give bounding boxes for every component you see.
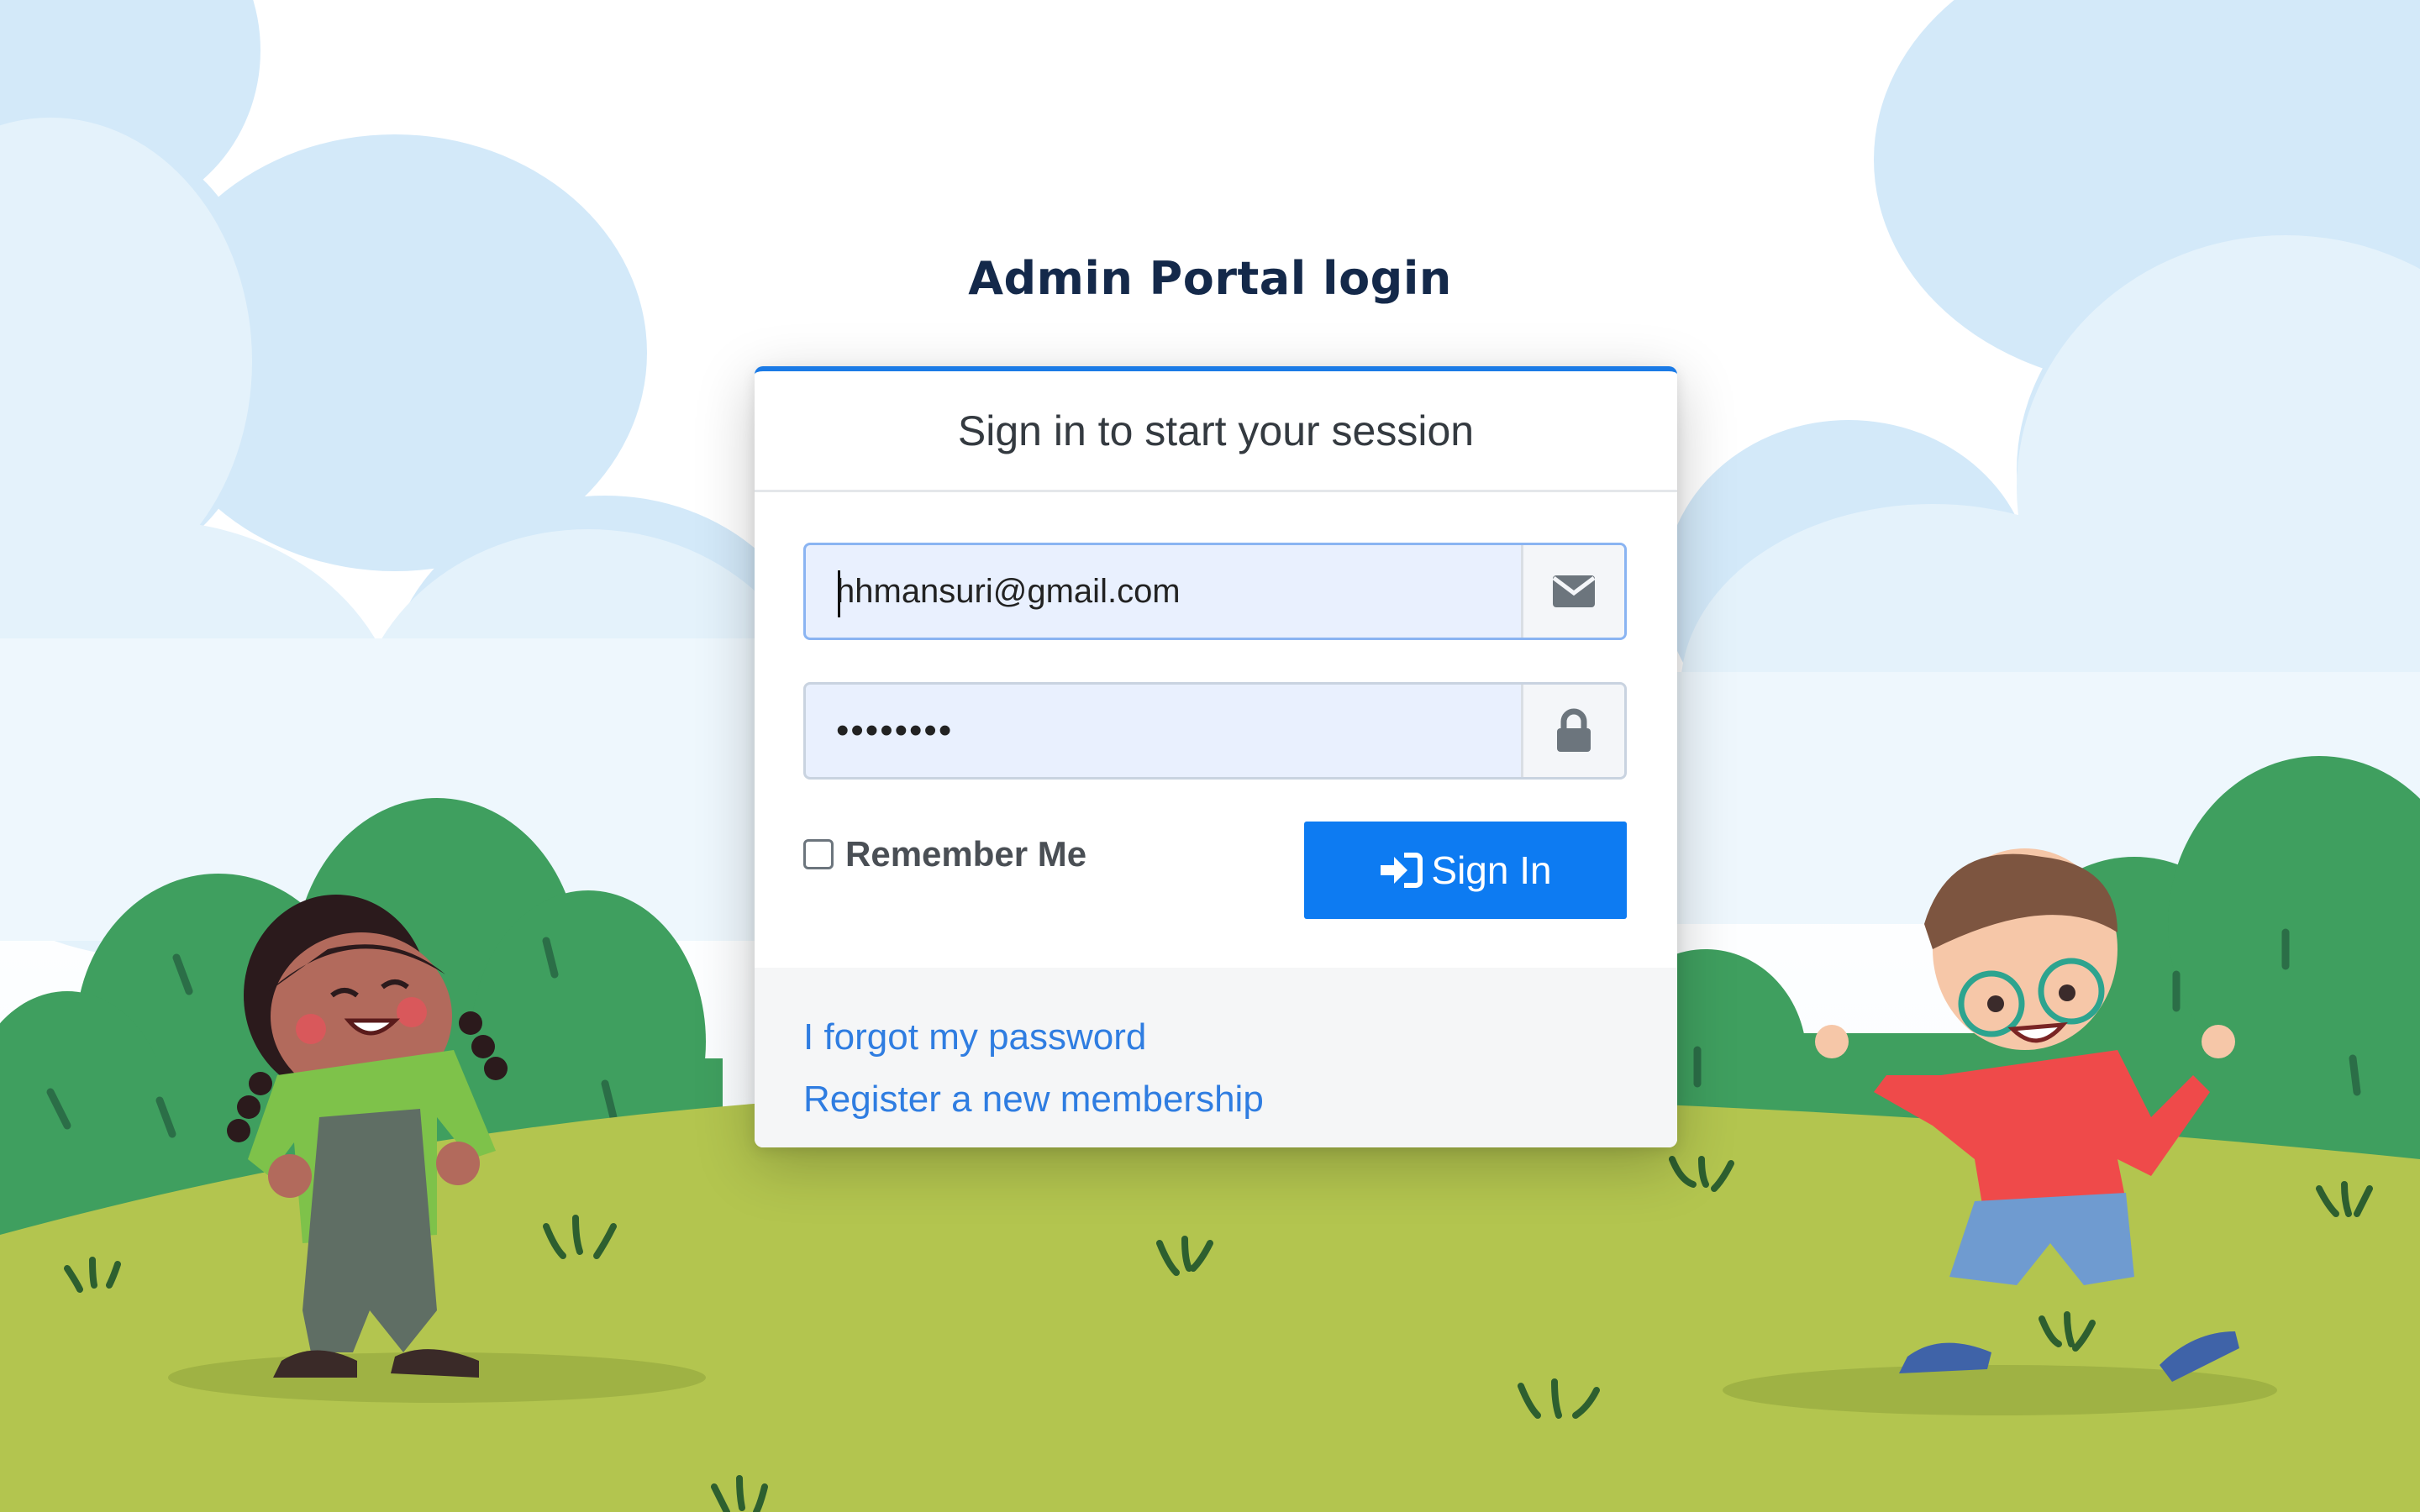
remember-me[interactable]: Remember Me: [803, 829, 1086, 879]
envelope-icon: [1552, 575, 1596, 607]
password-input[interactable]: [806, 685, 1528, 777]
password-addon: [1521, 685, 1624, 777]
email-input[interactable]: [806, 545, 1528, 638]
sign-in-label: Sign In: [1431, 848, 1552, 892]
login-card-footer: I forgot my password Register a new memb…: [755, 968, 1677, 1147]
sign-in-icon: [1381, 853, 1423, 888]
remember-me-checkbox[interactable]: [803, 839, 834, 869]
register-link[interactable]: Register a new membership: [803, 1068, 1677, 1131]
remember-me-label: Remember Me: [845, 834, 1087, 874]
email-field[interactable]: [803, 543, 1627, 640]
login-card-header: Sign in to start your session: [755, 371, 1677, 492]
email-addon: [1521, 545, 1624, 638]
login-card: Sign in to start your session Remember M…: [755, 366, 1677, 1147]
lock-icon: [1557, 708, 1591, 752]
password-field[interactable]: [803, 682, 1627, 780]
page-title: Admin Portal login: [968, 252, 1452, 305]
forgot-password-link[interactable]: I forgot my password: [803, 1006, 1677, 1068]
text-caret: [838, 570, 840, 617]
sign-in-button[interactable]: Sign In: [1304, 822, 1627, 919]
